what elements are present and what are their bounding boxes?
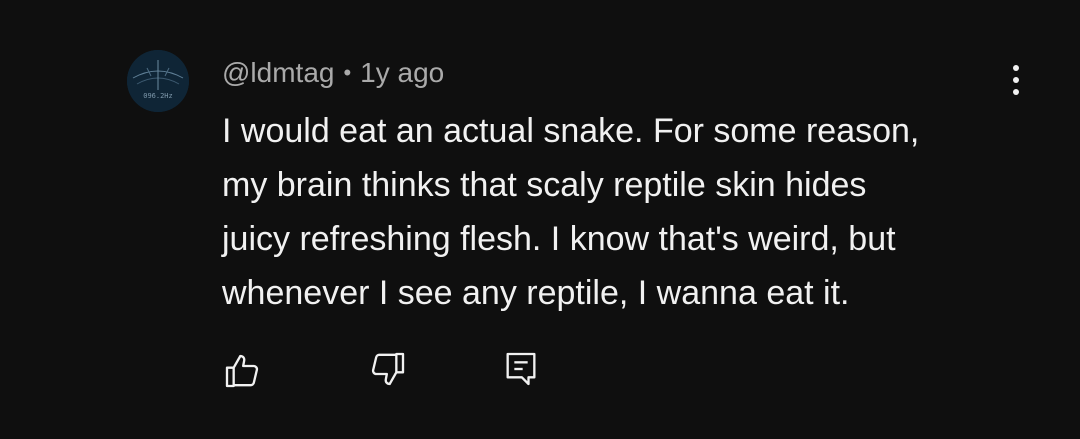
comment-text-line: whenever I see any reptile, I wanna eat … bbox=[222, 274, 850, 312]
avatar-label: 096.2Hz bbox=[143, 92, 173, 100]
comment-text-line: juicy refreshing flesh. I know that's we… bbox=[222, 220, 896, 258]
comment-timestamp[interactable]: 1y ago bbox=[360, 57, 444, 89]
comment-text: I would eat an actual snake. For some re… bbox=[222, 104, 1002, 320]
reply-button[interactable] bbox=[496, 344, 546, 394]
dislike-button[interactable] bbox=[363, 344, 413, 394]
comment-text-line: I would eat an actual snake. For some re… bbox=[222, 112, 920, 150]
avatar-image-icon: 096.2Hz bbox=[127, 50, 189, 112]
like-button[interactable] bbox=[217, 346, 267, 396]
author-name[interactable]: @ldmtag bbox=[222, 57, 334, 89]
comment-header: @ldmtag • 1y ago bbox=[222, 55, 444, 91]
meta-separator: • bbox=[343, 60, 352, 85]
comment-item: 096.2Hz @ldmtag • 1y ago I would eat an … bbox=[0, 0, 1080, 439]
avatar[interactable]: 096.2Hz bbox=[127, 50, 189, 112]
thumbs-up-icon bbox=[225, 354, 259, 388]
reply-comment-icon bbox=[506, 352, 536, 386]
more-actions-button[interactable] bbox=[1000, 60, 1032, 100]
comment-text-line: my brain thinks that scaly reptile skin … bbox=[222, 166, 867, 204]
more-vertical-icon bbox=[1013, 65, 1019, 95]
thumbs-down-icon bbox=[371, 352, 405, 386]
